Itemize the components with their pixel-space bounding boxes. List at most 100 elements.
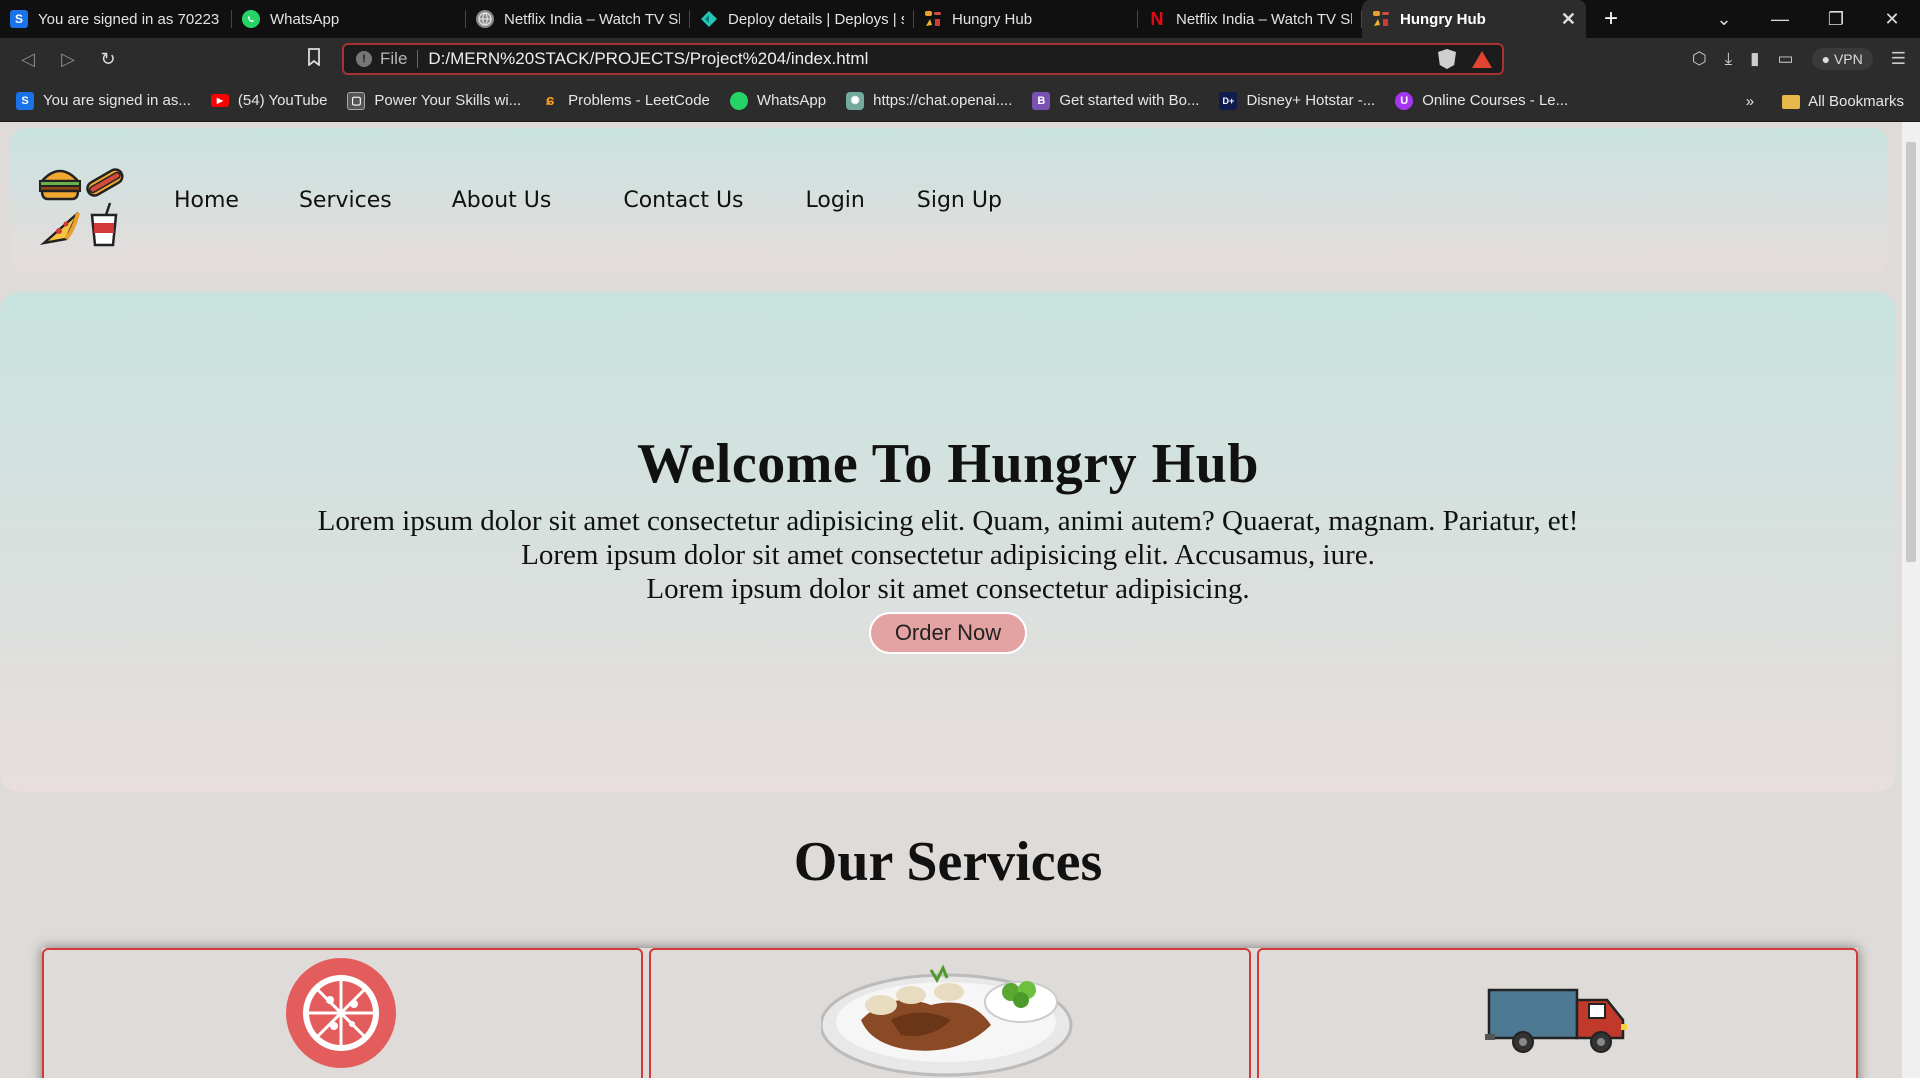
browser-toolbar: ◁ ▷ ↻ ! File D:/MERN%20STACK/PROJECTS/Pr… — [0, 38, 1920, 80]
bookmark-signed-in[interactable]: S You are signed in as... — [16, 91, 191, 110]
nav-login-link[interactable]: Login — [806, 188, 865, 213]
tab-title: WhatsApp — [270, 10, 340, 28]
hungry-hub-logo[interactable] — [26, 151, 126, 251]
bookmark-label: (54) YouTube — [237, 92, 328, 109]
pizza-icon — [286, 958, 396, 1068]
tab-title: Hungry Hub — [1400, 10, 1486, 28]
order-now-button[interactable]: Order Now — [868, 612, 1028, 654]
whatsapp-icon — [242, 10, 260, 28]
url-text[interactable]: D:/MERN%20STACK/PROJECTS/Project%204/ind… — [428, 49, 868, 69]
youtube-icon: ▶ — [210, 94, 229, 107]
netflix-icon: N — [1150, 8, 1164, 29]
hero-line: Lorem ipsum dolor sit amet consectetur a… — [317, 505, 1579, 537]
tab-search-chevron-icon[interactable]: ⌄ — [1696, 9, 1752, 30]
close-tab-icon[interactable]: ✕ — [1553, 9, 1576, 30]
close-window-icon[interactable]: ✕ — [1864, 9, 1920, 30]
bookmark-udemy[interactable]: U Online Courses - Le... — [1395, 91, 1568, 110]
hero-line: Lorem ipsum dolor sit amet consectetur a… — [521, 539, 1375, 571]
udemy-icon: U — [1395, 91, 1414, 110]
hero-section: Welcome To Hungry Hub Lorem ipsum dolor … — [0, 292, 1896, 792]
bookmark-whatsapp[interactable]: WhatsApp — [729, 91, 827, 110]
services-title: Our Services — [793, 831, 1103, 893]
service-card-delivery[interactable] — [1256, 948, 1858, 1078]
bookmarks-bar: S You are signed in as... ▶ (54) YouTube ▢… — [0, 80, 1920, 122]
tab-whatsapp[interactable]: WhatsApp — [232, 0, 466, 38]
address-bar[interactable]: ! File D:/MERN%20STACK/PROJECTS/Project%… — [342, 43, 1504, 75]
tab-signed-in[interactable]: S You are signed in as 70223 — [0, 0, 232, 38]
tab-title: Netflix India – Watch TV Sh — [504, 10, 680, 28]
bookmark-label: Disney+ Hotstar -... — [1246, 92, 1376, 109]
brave-shields-icon[interactable] — [1438, 49, 1456, 69]
sidebar-icon[interactable]: ▮ — [1750, 49, 1759, 69]
service-card-pizza[interactable] — [42, 948, 644, 1078]
service-card-food[interactable] — [649, 948, 1251, 1078]
reload-icon[interactable]: ↻ — [88, 49, 128, 70]
page-scrollbar[interactable] — [1902, 122, 1920, 1078]
s-logo-icon: S — [16, 91, 34, 110]
minimize-icon[interactable]: — — [1752, 9, 1808, 30]
bookmark-hotstar[interactable]: D+ Disney+ Hotstar -... — [1219, 91, 1376, 110]
tab-deploy[interactable]: Deploy details | Deploys | s — [690, 0, 914, 38]
window-controls: ⌄ — ❐ ✕ — [1696, 0, 1920, 38]
leetcode-icon: ɕ — [545, 92, 555, 109]
bookmark-chatgpt[interactable]: ✺ https://chat.openai.... — [846, 91, 1013, 110]
nav-about-link[interactable]: About Us — [452, 188, 552, 213]
url-scheme-label: File — [380, 50, 419, 68]
site-info-icon[interactable]: ! — [356, 51, 372, 67]
site-navbar: Home Services About Us Contact Us Login … — [10, 128, 1888, 273]
vpn-button[interactable]: ● VPN — [1811, 48, 1873, 70]
bookmarks-overflow-button[interactable]: » — [1746, 93, 1754, 110]
globe-icon — [476, 10, 494, 28]
nav-signup-link[interactable]: Sign Up — [917, 188, 1002, 213]
bookmark-icon[interactable] — [294, 47, 334, 71]
tab-title: Hungry Hub — [952, 10, 1033, 28]
nav-home-link[interactable]: Home — [174, 188, 239, 213]
nav-contact-link[interactable]: Contact Us — [623, 188, 743, 213]
all-bookmarks-button[interactable]: All Bookmarks — [1782, 93, 1904, 110]
page-icon: ▢ — [347, 91, 366, 110]
download-icon[interactable]: ⤓ — [1725, 49, 1733, 69]
menu-icon[interactable]: ☰ — [1891, 49, 1906, 69]
bookmark-label: Get started with Bo... — [1059, 92, 1200, 109]
food-plate-icon — [821, 964, 1073, 1077]
bookmark-label: You are signed in as... — [43, 92, 191, 109]
hero-description: Lorem ipsum dolor sit amet consectetur a… — [0, 504, 1896, 606]
forward-icon[interactable]: ▷ — [48, 49, 88, 70]
tab-netflix-2[interactable]: N Netflix India – Watch TV Sh — [1138, 0, 1362, 38]
tab-title: Deploy details | Deploys | s — [728, 10, 904, 28]
bookmark-label: Problems - LeetCode — [568, 92, 710, 109]
hero-line: Lorem ipsum dolor sit amet consectetur a… — [646, 573, 1250, 605]
nav-services-link[interactable]: Services — [299, 188, 392, 213]
delivery-truck-icon — [1484, 988, 1627, 1053]
hungry-hub-icon — [924, 10, 942, 28]
page-viewport: Home Services About Us Contact Us Login … — [0, 122, 1902, 1078]
s-logo-icon: S — [10, 10, 28, 28]
wallet-icon[interactable]: ▭ — [1778, 49, 1794, 69]
tab-title: Netflix India – Watch TV Sh — [1176, 10, 1352, 28]
hero-title: Welcome To Hungry Hub — [637, 433, 1259, 495]
vpn-label: VPN — [1833, 51, 1863, 67]
bookmark-youtube[interactable]: ▶ (54) YouTube — [210, 92, 328, 109]
back-icon[interactable]: ◁ — [8, 49, 48, 70]
brave-rewards-icon[interactable] — [1472, 50, 1492, 68]
food-logo-icon — [39, 167, 124, 246]
services-cards — [42, 948, 1858, 1078]
scrollbar-thumb[interactable] — [1906, 142, 1916, 562]
new-tab-button[interactable]: + — [1604, 5, 1618, 33]
bootstrap-icon: B — [1032, 91, 1051, 110]
tab-bar: S You are signed in as 70223 WhatsApp Ne… — [0, 0, 1920, 38]
site-nav: Home Services About Us Contact Us Login … — [156, 188, 1002, 213]
bookmark-label: WhatsApp — [756, 92, 827, 109]
bookmark-label: https://chat.openai.... — [873, 92, 1013, 109]
bookmark-bootstrap[interactable]: B Get started with Bo... — [1032, 91, 1200, 110]
bookmark-power-skills[interactable]: ▢ Power Your Skills wi... — [347, 91, 521, 110]
restore-icon[interactable]: ❐ — [1808, 9, 1864, 30]
tab-hungry-hub-active[interactable]: Hungry Hub ✕ — [1362, 0, 1586, 38]
extensions-icon[interactable]: ⬡ — [1692, 49, 1707, 69]
tab-netflix-1[interactable]: Netflix India – Watch TV Sh — [466, 0, 690, 38]
whatsapp-icon — [729, 91, 748, 110]
bookmark-leetcode[interactable]: ɕ Problems - LeetCode — [541, 92, 710, 110]
tab-hungry-hub-1[interactable]: Hungry Hub — [914, 0, 1138, 38]
openai-icon: ✺ — [846, 91, 865, 110]
netlify-icon — [700, 10, 718, 28]
